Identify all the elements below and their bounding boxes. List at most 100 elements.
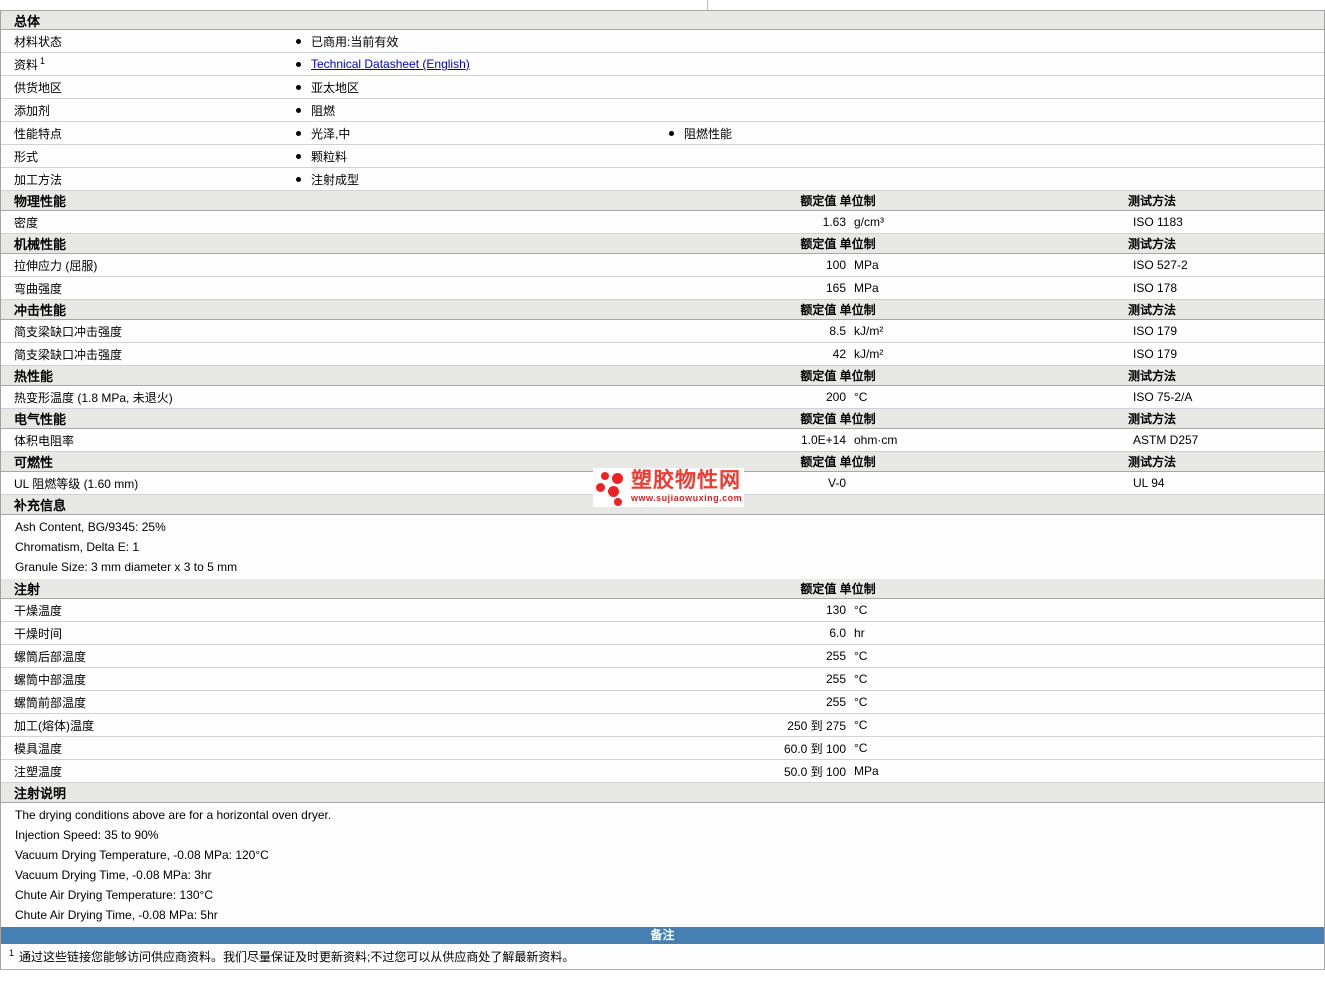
section-title: 物理性能 xyxy=(14,194,67,209)
property-unit: °C xyxy=(854,603,868,617)
property-unit: °C xyxy=(854,390,868,404)
test-method: ISO 75-2/A xyxy=(1133,390,1193,404)
table-row: 干燥时间 6.0 hr xyxy=(1,622,1324,645)
property-unit: MPa xyxy=(854,258,879,272)
table-row: 简支梁缺口冲击强度 8.5 kJ/m² ISO 179 xyxy=(1,320,1324,343)
table-row: 弯曲强度 165 MPa ISO 178 xyxy=(1,277,1324,300)
table-row: 加工方法 注射成型 xyxy=(1,168,1324,191)
property-label: 添加剂 xyxy=(14,103,51,118)
property-label: 简支梁缺口冲击强度 xyxy=(14,347,123,362)
bullet-icon xyxy=(296,107,301,113)
section-header-injection-notes: 注射说明 xyxy=(1,783,1324,803)
section-header-injection: 注射 额定值 单位制 xyxy=(1,579,1324,599)
column-header-test-method: 测试方法 xyxy=(1128,303,1177,317)
logo-url: www.sujiaowuxing.com xyxy=(631,493,743,503)
column-header-test-method: 测试方法 xyxy=(1128,412,1177,426)
footnote-number: 1 xyxy=(9,947,15,958)
bullet-icon xyxy=(296,176,301,182)
logo-dots-icon xyxy=(595,469,626,506)
section-title: 冲击性能 xyxy=(14,303,67,318)
property-value: 阻燃性能 xyxy=(684,126,733,141)
top-strip xyxy=(0,0,1325,10)
section-header-electrical: 电气性能 额定值 单位制 测试方法 xyxy=(1,409,1324,429)
table-row: 供货地区 亚太地区 xyxy=(1,76,1324,99)
property-label: 加工(熔体)温度 xyxy=(14,718,94,733)
bullet-icon xyxy=(669,130,674,136)
table-row: 干燥温度 130 °C xyxy=(1,599,1324,622)
property-value: 6.0 xyxy=(829,626,846,640)
note-line: Injection Speed: 35 to 90% xyxy=(15,828,159,842)
table-row: 螺筒后部温度 255 °C xyxy=(1,645,1324,668)
property-value: 亚太地区 xyxy=(311,80,360,95)
property-unit: kJ/m² xyxy=(854,347,884,361)
sujiaowuxing-logo: 塑胶物性网 www.sujiaowuxing.com xyxy=(593,468,745,507)
column-header-value-unit: 额定值 单位制 xyxy=(800,582,876,596)
table-row: 热变形温度 (1.8 MPa, 未退火) 200 °C ISO 75-2/A xyxy=(1,386,1324,409)
test-method: ASTM D257 xyxy=(1133,433,1199,447)
property-unit: °C xyxy=(854,718,868,732)
property-label: 螺筒前部温度 xyxy=(14,695,87,710)
bullet-icon xyxy=(296,153,301,159)
section-title: 机械性能 xyxy=(14,237,67,252)
property-label: 螺筒后部温度 xyxy=(14,649,87,664)
section-header-physical: 物理性能 额定值 单位制 测试方法 xyxy=(1,191,1324,211)
datasheet-page: 总体 材料状态 已商用:当前有效 资料 1 Technical Datasheet… xyxy=(0,0,1325,982)
footnote-text: 通过这些链接您能够访问供应商资料。我们尽量保证及时更新资料;不过您可以从供应商处… xyxy=(19,950,575,964)
test-method: ISO 178 xyxy=(1133,281,1178,295)
property-unit: °C xyxy=(854,695,868,709)
property-value: 光泽,中 xyxy=(311,126,351,141)
column-header-test-method: 测试方法 xyxy=(1128,237,1177,251)
table-row: 添加剂 阻燃 xyxy=(1,99,1324,122)
footnote: 1 通过这些链接您能够访问供应商资料。我们尽量保证及时更新资料;不过您可以从供应… xyxy=(1,944,1324,970)
section-title: 注射 xyxy=(14,582,41,597)
info-line: Granule Size: 3 mm diameter x 3 to 5 mm xyxy=(15,560,238,574)
test-method: ISO 179 xyxy=(1133,347,1178,361)
table-row: 加工(熔体)温度 250 到 275 °C xyxy=(1,714,1324,737)
property-label: 体积电阻率 xyxy=(14,433,75,448)
column-header-value-unit: 额定值 单位制 xyxy=(800,303,876,317)
property-label: 拉伸应力 (屈服) xyxy=(14,258,98,273)
property-value: 255 xyxy=(825,695,846,709)
property-label: 材料状态 xyxy=(14,34,63,49)
test-method: ISO 1183 xyxy=(1133,215,1183,229)
section-title: 可燃性 xyxy=(14,455,54,470)
test-method: ISO 527-2 xyxy=(1133,258,1188,272)
property-value: 颗粒料 xyxy=(311,149,348,164)
bullet-icon xyxy=(296,130,301,136)
property-value: 100 xyxy=(825,258,846,272)
note-line: Chute Air Drying Time, -0.08 MPa: 5hr xyxy=(15,908,218,922)
property-value: 200 xyxy=(825,390,846,404)
property-unit: hr xyxy=(854,626,865,640)
table-row: 形式 颗粒料 xyxy=(1,145,1324,168)
property-unit: kJ/m² xyxy=(854,324,884,338)
property-label: 加工方法 xyxy=(14,172,63,187)
property-value: 已商用:当前有效 xyxy=(311,34,399,49)
table-row: 简支梁缺口冲击强度 42 kJ/m² ISO 179 xyxy=(1,343,1324,366)
property-value: 255 xyxy=(825,672,846,686)
note-line: Chute Air Drying Temperature: 130°C xyxy=(15,888,214,902)
property-unit: g/cm³ xyxy=(854,215,884,229)
property-value: 注射成型 xyxy=(311,172,360,187)
injection-notes-block: The drying conditions above are for a ho… xyxy=(1,803,1324,927)
test-method: ISO 179 xyxy=(1133,324,1178,338)
table-row: 材料状态 已商用:当前有效 xyxy=(1,30,1324,53)
info-line: Chromatism, Delta E: 1 xyxy=(15,540,140,554)
logo-title: 塑胶物性网 xyxy=(631,469,741,492)
section-title: 注射说明 xyxy=(14,786,67,801)
table-row: 注塑温度 50.0 到 100 MPa xyxy=(1,760,1324,783)
table-row: 性能特点 光泽,中 阻燃性能 xyxy=(1,122,1324,145)
property-label: 干燥时间 xyxy=(14,626,63,641)
column-header-test-method: 测试方法 xyxy=(1128,194,1177,208)
property-unit: MPa xyxy=(854,281,879,295)
section-header-thermal: 热性能 额定值 单位制 测试方法 xyxy=(1,366,1324,386)
property-value: 42 xyxy=(832,347,846,361)
column-header-value-unit: 额定值 单位制 xyxy=(800,237,876,251)
property-value: 阻燃 xyxy=(311,103,336,118)
property-value: 50.0 到 100 xyxy=(783,764,846,779)
table-row: 资料 1 Technical Datasheet (English) xyxy=(1,53,1324,76)
technical-datasheet-link[interactable]: Technical Datasheet (English) xyxy=(311,57,470,71)
table-row: 体积电阻率 1.0E+14 ohm·cm ASTM D257 xyxy=(1,429,1324,452)
property-label: 注塑温度 xyxy=(14,764,63,779)
note-line: Vacuum Drying Temperature, -0.08 MPa: 12… xyxy=(15,848,269,862)
property-value: 60.0 到 100 xyxy=(783,741,846,756)
